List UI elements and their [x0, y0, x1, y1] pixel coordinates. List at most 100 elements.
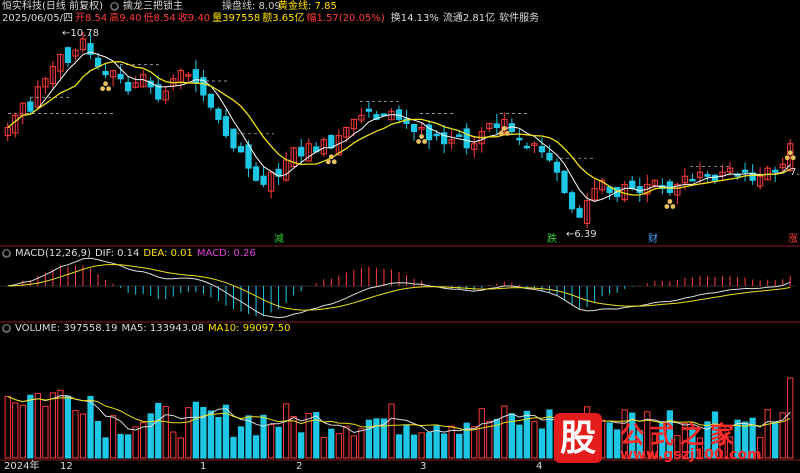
candle-body — [689, 178, 696, 182]
high-value: 高9.40 — [109, 13, 142, 24]
candle-body — [252, 166, 260, 181]
signal-marker — [106, 86, 111, 92]
candle-body — [395, 109, 403, 120]
candle-body — [260, 175, 267, 185]
stock-title[interactable]: 恒实科技(日线 前复权) — [2, 1, 103, 12]
time-label-2: 2 — [296, 461, 303, 472]
volume-bar — [320, 437, 327, 459]
volume-bar — [27, 394, 34, 459]
volume-bar — [155, 402, 162, 459]
signal-marker — [416, 139, 421, 144]
signal-marker — [103, 81, 108, 87]
signal-marker — [787, 150, 793, 156]
volume-bar — [508, 413, 515, 459]
macd-dea: DEA: 0.01 — [143, 248, 193, 259]
candle-body — [215, 108, 222, 120]
signal-marker — [664, 204, 670, 209]
volume-bar — [456, 433, 463, 459]
volume-bar — [215, 416, 222, 459]
signal-marker — [331, 159, 337, 165]
marker-reduce[interactable]: 减 — [274, 234, 284, 246]
volume-bar — [516, 424, 523, 459]
candle-body — [328, 135, 335, 149]
volume-header: ● VOLUME: 397558.19 MA5: 133943.08 MA10: 99… — [2, 323, 294, 335]
marker-rise[interactable]: 涨 — [788, 234, 798, 246]
macd-title[interactable]: MACD(12,26,9) — [15, 248, 91, 259]
signal-marker — [498, 130, 504, 136]
date-value: 2025/06/05/四 — [2, 13, 74, 24]
candle-body — [636, 186, 643, 194]
candle-body — [516, 137, 523, 141]
open-value: 开8.54 — [75, 13, 108, 24]
volume-bar — [252, 435, 260, 459]
volume-bar — [388, 403, 395, 459]
signal-marker — [328, 154, 334, 160]
volume-ma10: MA10: 99097.50 — [207, 323, 291, 334]
candle-body — [538, 146, 546, 153]
candle-body — [237, 146, 245, 153]
indicator-name[interactable]: 擒龙三把锁主 — [123, 1, 183, 12]
candle-body — [523, 145, 531, 149]
macd-value: MACD: 0.26 — [196, 248, 256, 259]
volume-bar — [403, 424, 410, 459]
volume-bar — [237, 426, 245, 459]
settings-icon[interactable]: ● — [109, 1, 119, 11]
change-value: 幅1.57(20.05%) — [306, 13, 385, 24]
signal-marker — [504, 130, 510, 136]
volume-bar — [64, 395, 72, 459]
signal-marker — [501, 125, 507, 131]
marker-finance[interactable]: 财 — [648, 234, 658, 246]
candle-body — [298, 146, 305, 157]
volume-bar — [34, 393, 41, 459]
op-line-label: 操盘线: 8.09 — [222, 1, 281, 12]
signal-marker — [670, 204, 676, 209]
volume-bar — [57, 389, 64, 459]
candle-body — [207, 93, 215, 108]
volume-bar — [4, 396, 11, 459]
volume-bar — [117, 433, 124, 459]
turnover-value: 换14.13% — [390, 13, 439, 24]
signal-marker — [790, 155, 796, 161]
candle-body — [553, 161, 561, 173]
volume-bar — [79, 413, 87, 459]
time-label-1: 1 — [200, 461, 207, 472]
sector-value[interactable]: 软件服务 — [499, 13, 539, 24]
candle-body — [741, 169, 749, 173]
candle-body — [230, 128, 237, 149]
volume-settings-icon[interactable]: ● — [2, 323, 11, 333]
marker-fall[interactable]: 跌 — [547, 234, 557, 246]
volume-bar — [298, 432, 305, 459]
volume-bar — [87, 395, 94, 459]
signal-marker — [325, 159, 331, 165]
price-layer — [4, 32, 796, 229]
candle-body — [433, 133, 440, 137]
volume-bar — [290, 416, 297, 459]
macd-dif: DIF: 0.14 — [94, 248, 140, 259]
volume-bar — [260, 414, 267, 459]
signal-marker — [419, 134, 424, 139]
volume-bar — [170, 431, 177, 459]
volume-ma5: MA5: 133943.08 — [121, 323, 204, 334]
volume-bar — [335, 433, 342, 459]
macd-header: ● MACD(12,26,9) DIF: 0.14 DEA: 0.01 MACD: 0.… — [2, 248, 260, 260]
volume-title[interactable]: VOLUME: 397558.19 — [15, 323, 118, 334]
volume-bar — [305, 412, 312, 459]
candle-body — [629, 180, 636, 189]
ma10-line — [7, 61, 791, 196]
volume-bar — [125, 434, 132, 459]
volume-bar — [418, 432, 425, 459]
volume-bar — [373, 418, 380, 459]
volume-bar — [42, 405, 49, 459]
volume-bar — [358, 428, 365, 459]
volume-bar — [538, 428, 546, 459]
signal-marker — [667, 199, 673, 204]
macd-settings-icon[interactable]: ● — [2, 248, 11, 258]
watermark-title: 公式之家 — [620, 421, 740, 449]
candle-body — [27, 101, 34, 112]
min-price-label: ←6.39 — [566, 229, 597, 240]
volume-bar — [94, 420, 102, 459]
volume-bar — [147, 413, 154, 459]
volume-bar — [343, 425, 350, 459]
candle-body — [568, 192, 576, 210]
volume-bar — [12, 402, 19, 459]
